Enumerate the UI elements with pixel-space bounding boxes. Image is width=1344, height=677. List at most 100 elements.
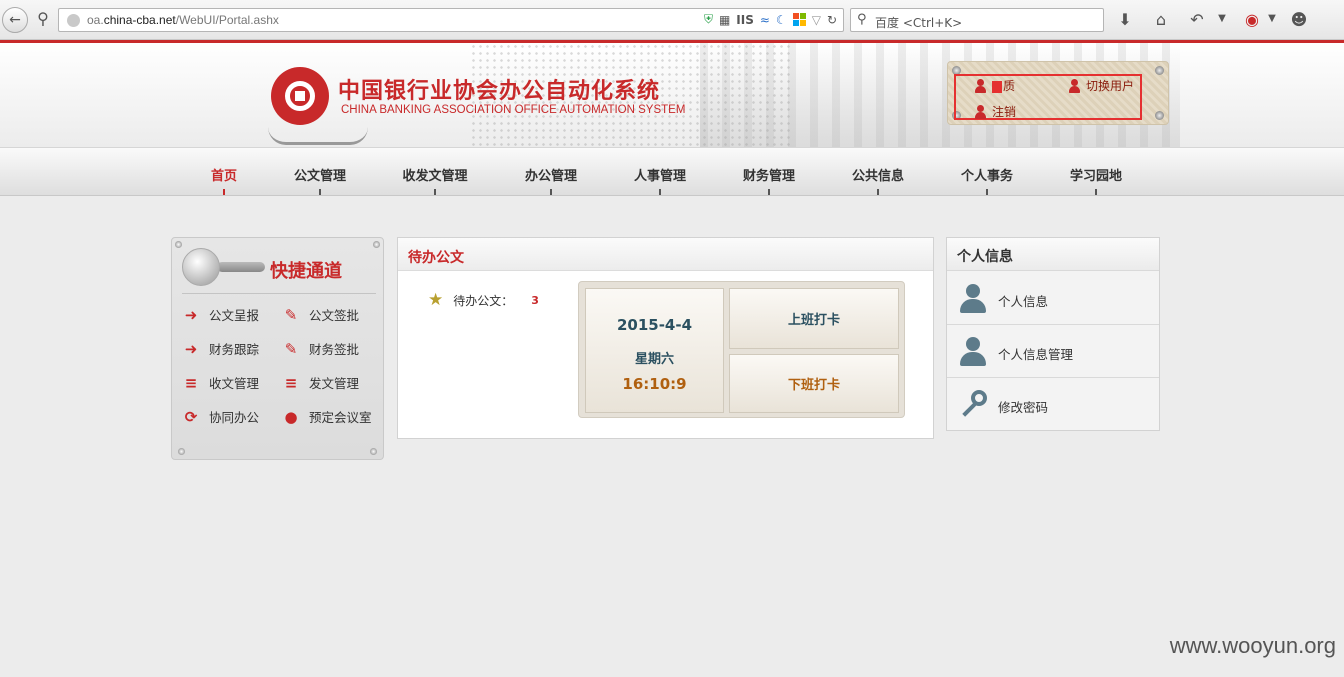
key-icon[interactable]: ⚲ bbox=[32, 9, 54, 28]
addon-dropdown-icon[interactable]: ▼ bbox=[1261, 13, 1283, 24]
list-icon: ≡ bbox=[184, 373, 198, 392]
nav-learning[interactable]: 学习园地 bbox=[1070, 165, 1122, 184]
submit-icon: ➜ bbox=[184, 305, 198, 324]
pending-label: 待办公文： bbox=[453, 293, 514, 308]
home-icon[interactable]: ⌂ bbox=[1150, 10, 1172, 29]
divider bbox=[182, 293, 376, 294]
watermark: www.wooyun.org bbox=[1169, 633, 1336, 658]
download-icon[interactable]: ⬇ bbox=[1114, 10, 1136, 29]
user-icon bbox=[957, 282, 989, 316]
nav-home[interactable]: 首页 bbox=[211, 165, 237, 184]
user-icon bbox=[1068, 78, 1081, 93]
nav-documents[interactable]: 公文管理 bbox=[294, 165, 346, 184]
dropdown-arrow-icon[interactable]: ▽ bbox=[812, 13, 821, 27]
undo-icon[interactable]: ↶ bbox=[1186, 10, 1208, 29]
browser-toolbar: ← ⚲ oa.china-cba.net/WebUI/Portal.ashx ⛨… bbox=[0, 0, 1344, 40]
redacted-mark bbox=[992, 80, 1002, 93]
chat-icon[interactable]: ☻ bbox=[1288, 10, 1310, 29]
back-button[interactable]: ← bbox=[2, 7, 28, 33]
search-placeholder: 百度 <Ctrl+K> bbox=[875, 16, 963, 30]
nav-tick bbox=[223, 189, 225, 195]
screw-icon bbox=[1155, 111, 1164, 120]
change-password-link[interactable]: 修改密码 bbox=[947, 378, 1159, 431]
current-time: 16:10:9 bbox=[622, 375, 687, 393]
quick-link-finance-track[interactable]: ➜ 财务跟踪 bbox=[183, 339, 259, 358]
quick-links-title: 快捷通道 bbox=[270, 261, 342, 282]
nav-finance[interactable]: 财务管理 bbox=[743, 165, 795, 184]
search-icon: ⚲ bbox=[857, 12, 867, 27]
nav-hr[interactable]: 人事管理 bbox=[634, 165, 686, 184]
crescent-icon[interactable]: ☾ bbox=[776, 13, 787, 27]
balance-scale-decoration bbox=[268, 127, 368, 145]
history-dropdown-icon[interactable]: ▼ bbox=[1211, 13, 1233, 24]
nav-tick bbox=[1095, 189, 1097, 195]
user-icon bbox=[974, 78, 987, 93]
screw-icon bbox=[373, 241, 380, 248]
panel-header: 个人信息 bbox=[947, 238, 1159, 271]
reload-icon[interactable]: ↻ bbox=[827, 13, 837, 27]
pen-icon: ✎ bbox=[284, 305, 298, 324]
nav-office[interactable]: 办公管理 bbox=[525, 165, 577, 184]
windows-icon[interactable] bbox=[792, 13, 806, 26]
nav-tick bbox=[986, 189, 988, 195]
location-pin-icon: ● bbox=[284, 407, 298, 426]
pen-icon: ✎ bbox=[284, 339, 298, 358]
current-weekday: 星期六 bbox=[634, 352, 674, 367]
nav-tick bbox=[877, 189, 879, 195]
quick-link-book-room[interactable]: ● 预定会议室 bbox=[283, 407, 371, 426]
list-icon: ≡ bbox=[284, 373, 298, 392]
attendance-widget: 2015-4-4 星期六 16:10:9 上班打卡 下班打卡 bbox=[578, 281, 905, 418]
personal-info-manage-link[interactable]: 个人信息管理 bbox=[947, 325, 1159, 378]
quick-link-approve-doc[interactable]: ✎ 公文签批 bbox=[283, 305, 359, 324]
personal-info-title: 个人信息 bbox=[957, 249, 1013, 265]
nav-public-info[interactable]: 公共信息 bbox=[852, 165, 904, 184]
screw-icon bbox=[370, 448, 377, 455]
nav-send-receive[interactable]: 收发文管理 bbox=[402, 165, 467, 184]
switch-user-link[interactable]: 切换用户 bbox=[1068, 77, 1134, 94]
wave-icon[interactable]: ≈ bbox=[760, 13, 770, 27]
clock-out-button[interactable]: 下班打卡 bbox=[729, 354, 899, 413]
shield-icon[interactable]: ⛨ bbox=[704, 12, 713, 27]
nav-personal-affairs[interactable]: 个人事务 bbox=[961, 165, 1013, 184]
association-logo bbox=[271, 67, 329, 125]
current-date: 2015-4-4 bbox=[616, 316, 693, 334]
pending-docs-title: 待办公文 bbox=[408, 250, 464, 266]
knob-decoration bbox=[182, 248, 220, 286]
qr-code-icon[interactable]: ▦ bbox=[719, 13, 730, 27]
iis-label[interactable]: IIS bbox=[736, 13, 754, 27]
key-icon bbox=[957, 388, 989, 422]
submit-icon: ➜ bbox=[184, 339, 198, 358]
screw-icon bbox=[175, 241, 182, 248]
system-title-english: CHINA BANKING ASSOCIATION OFFICE AUTOMAT… bbox=[341, 104, 686, 116]
knob-bar-decoration bbox=[217, 262, 265, 272]
quick-link-receive-docs[interactable]: ≡ 收文管理 bbox=[183, 373, 259, 392]
screw-icon bbox=[178, 448, 185, 455]
address-bar[interactable]: oa.china-cba.net/WebUI/Portal.ashx ⛨ ▦ I… bbox=[58, 8, 844, 32]
addon-icon[interactable]: ◉ bbox=[1241, 10, 1263, 29]
nav-tick bbox=[659, 189, 661, 195]
pending-docs-panel: 待办公文 ★ 待办公文： 3 2015-4-4 星期六 16:10:9 上班打卡… bbox=[397, 237, 934, 439]
globe-icon bbox=[67, 14, 80, 27]
search-bar[interactable]: ⚲ 百度 <Ctrl+K> bbox=[850, 8, 1104, 32]
pending-count[interactable]: 3 bbox=[531, 294, 539, 307]
logout-link[interactable]: 注销 bbox=[974, 103, 1016, 120]
panel-header bbox=[398, 238, 933, 271]
pending-docs-row[interactable]: ★ 待办公文： 3 bbox=[428, 290, 539, 310]
nav-tick bbox=[550, 189, 552, 195]
screw-icon bbox=[1155, 66, 1164, 75]
quick-link-finance-approve[interactable]: ✎ 财务签批 bbox=[283, 339, 359, 358]
clock-in-button[interactable]: 上班打卡 bbox=[729, 288, 899, 349]
nav-tick bbox=[434, 189, 436, 195]
quick-link-submit-doc[interactable]: ➜ 公文呈报 bbox=[183, 305, 259, 324]
personal-info-link[interactable]: 个人信息 bbox=[947, 272, 1159, 325]
system-title: 中国银行业协会办公自动化系统 bbox=[338, 79, 661, 104]
main-nav: 首页 公文管理 收发文管理 办公管理 人事管理 财务管理 公共信息 个人事务 学… bbox=[0, 147, 1344, 196]
nav-tick bbox=[768, 189, 770, 195]
quick-link-collaboration[interactable]: ⟳ 协同办公 bbox=[183, 407, 259, 426]
user-icon bbox=[974, 104, 987, 119]
date-display: 2015-4-4 星期六 16:10:9 bbox=[585, 288, 724, 413]
user-edit-icon bbox=[957, 335, 989, 369]
quick-links-panel: 快捷通道 ➜ 公文呈报 ✎ 公文签批 ➜ 财务跟踪 ✎ 财务签批 ≡ 收文管理 ≡ 发文管理… bbox=[171, 237, 384, 460]
quick-link-send-docs[interactable]: ≡ 发文管理 bbox=[283, 373, 359, 392]
nav-tick bbox=[319, 189, 321, 195]
